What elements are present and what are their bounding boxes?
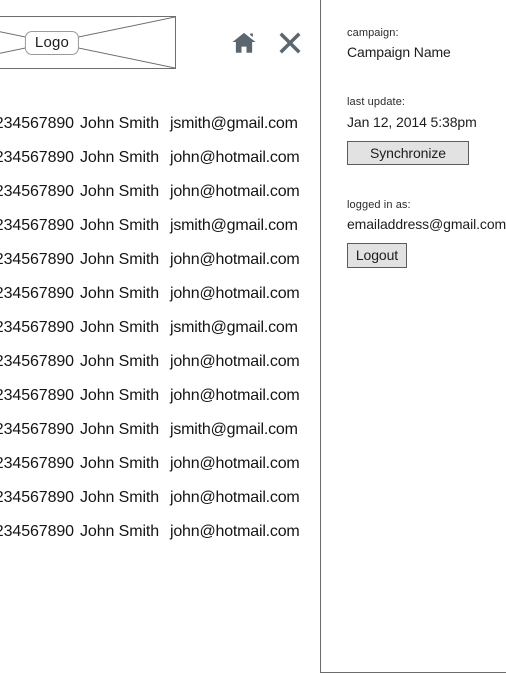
table-row[interactable]: 1234567890 John Smith john@hotmail.com xyxy=(0,481,320,515)
campaign-label: campaign: xyxy=(347,27,399,39)
cell-email: john@hotmail.com xyxy=(170,353,300,370)
logged-in-label: logged in as: xyxy=(347,199,411,211)
table-row[interactable]: 1234567890 John Smith jsmith@gmail.com xyxy=(0,311,320,345)
table-row[interactable]: 1234567890 John Smith john@hotmail.com xyxy=(0,243,320,277)
logo-placeholder: Logo xyxy=(0,16,176,69)
cell-email: john@hotmail.com xyxy=(170,523,300,540)
close-icon[interactable] xyxy=(277,30,303,56)
logout-button[interactable]: Logout xyxy=(347,243,407,268)
cell-phone: 1234567890 xyxy=(0,149,74,166)
cell-phone: 1234567890 xyxy=(0,353,74,370)
cell-phone: 1234567890 xyxy=(0,251,74,268)
table-row[interactable]: 1234567890 John Smith john@hotmail.com xyxy=(0,141,320,175)
cell-email: jsmith@gmail.com xyxy=(170,115,298,132)
last-update-value: Jan 12, 2014 5:38pm xyxy=(347,114,477,130)
cell-email: john@hotmail.com xyxy=(170,183,300,200)
cell-phone: 1234567890 xyxy=(0,489,74,506)
cell-phone: 1234567890 xyxy=(0,115,74,132)
cell-email: john@hotmail.com xyxy=(170,387,300,404)
cell-name: John Smith xyxy=(80,115,160,132)
cell-name: John Smith xyxy=(80,149,160,166)
home-icon[interactable] xyxy=(231,30,257,56)
synchronize-button[interactable]: Synchronize xyxy=(347,141,469,165)
cell-email: jsmith@gmail.com xyxy=(170,217,298,234)
table-row[interactable]: 1234567890 John Smith jsmith@gmail.com xyxy=(0,107,320,141)
cell-email: jsmith@gmail.com xyxy=(170,421,298,438)
table-row[interactable]: 1234567890 John Smith john@hotmail.com xyxy=(0,379,320,413)
cell-email: jsmith@gmail.com xyxy=(170,319,298,336)
table-row[interactable]: 1234567890 John Smith john@hotmail.com xyxy=(0,175,320,209)
cell-name: John Smith xyxy=(80,353,160,370)
campaign-name-value: Campaign Name xyxy=(347,44,451,60)
cell-name: John Smith xyxy=(80,489,160,506)
cell-name: John Smith xyxy=(80,523,160,540)
cell-phone: 1234567890 xyxy=(0,455,74,472)
sidebar-panel: campaign: Campaign Name last update: Jan… xyxy=(320,0,506,673)
main-content-pane: Logo 1234567890 John Smith jsmith@gmail.… xyxy=(0,0,320,675)
cell-name: John Smith xyxy=(80,319,160,336)
cell-name: John Smith xyxy=(80,217,160,234)
cell-name: John Smith xyxy=(80,251,160,268)
cell-phone: 1234567890 xyxy=(0,387,74,404)
contacts-table: 1234567890 John Smith jsmith@gmail.com 1… xyxy=(0,107,320,549)
logo-label: Logo xyxy=(24,30,80,55)
cell-name: John Smith xyxy=(80,285,160,302)
cell-email: john@hotmail.com xyxy=(170,149,300,166)
cell-name: John Smith xyxy=(80,183,160,200)
cell-phone: 1234567890 xyxy=(0,319,74,336)
cell-phone: 1234567890 xyxy=(0,285,74,302)
logged-in-email-value: emailaddress@gmail.com xyxy=(347,216,506,232)
cell-phone: 1234567890 xyxy=(0,183,74,200)
cell-email: john@hotmail.com xyxy=(170,455,300,472)
app-header: Logo xyxy=(0,0,320,88)
table-row[interactable]: 1234567890 John Smith jsmith@gmail.com xyxy=(0,209,320,243)
cell-name: John Smith xyxy=(80,421,160,438)
cell-name: John Smith xyxy=(80,387,160,404)
table-row[interactable]: 1234567890 John Smith jsmith@gmail.com xyxy=(0,413,320,447)
cell-email: john@hotmail.com xyxy=(170,251,300,268)
table-row[interactable]: 1234567890 John Smith john@hotmail.com xyxy=(0,447,320,481)
cell-phone: 1234567890 xyxy=(0,421,74,438)
table-row[interactable]: 1234567890 John Smith john@hotmail.com xyxy=(0,277,320,311)
cell-email: john@hotmail.com xyxy=(170,489,300,506)
cell-email: john@hotmail.com xyxy=(170,285,300,302)
cell-phone: 1234567890 xyxy=(0,217,74,234)
cell-name: John Smith xyxy=(80,455,160,472)
last-update-label: last update: xyxy=(347,96,406,108)
table-row[interactable]: 1234567890 John Smith john@hotmail.com xyxy=(0,515,320,549)
table-row[interactable]: 1234567890 John Smith john@hotmail.com xyxy=(0,345,320,379)
cell-phone: 1234567890 xyxy=(0,523,74,540)
